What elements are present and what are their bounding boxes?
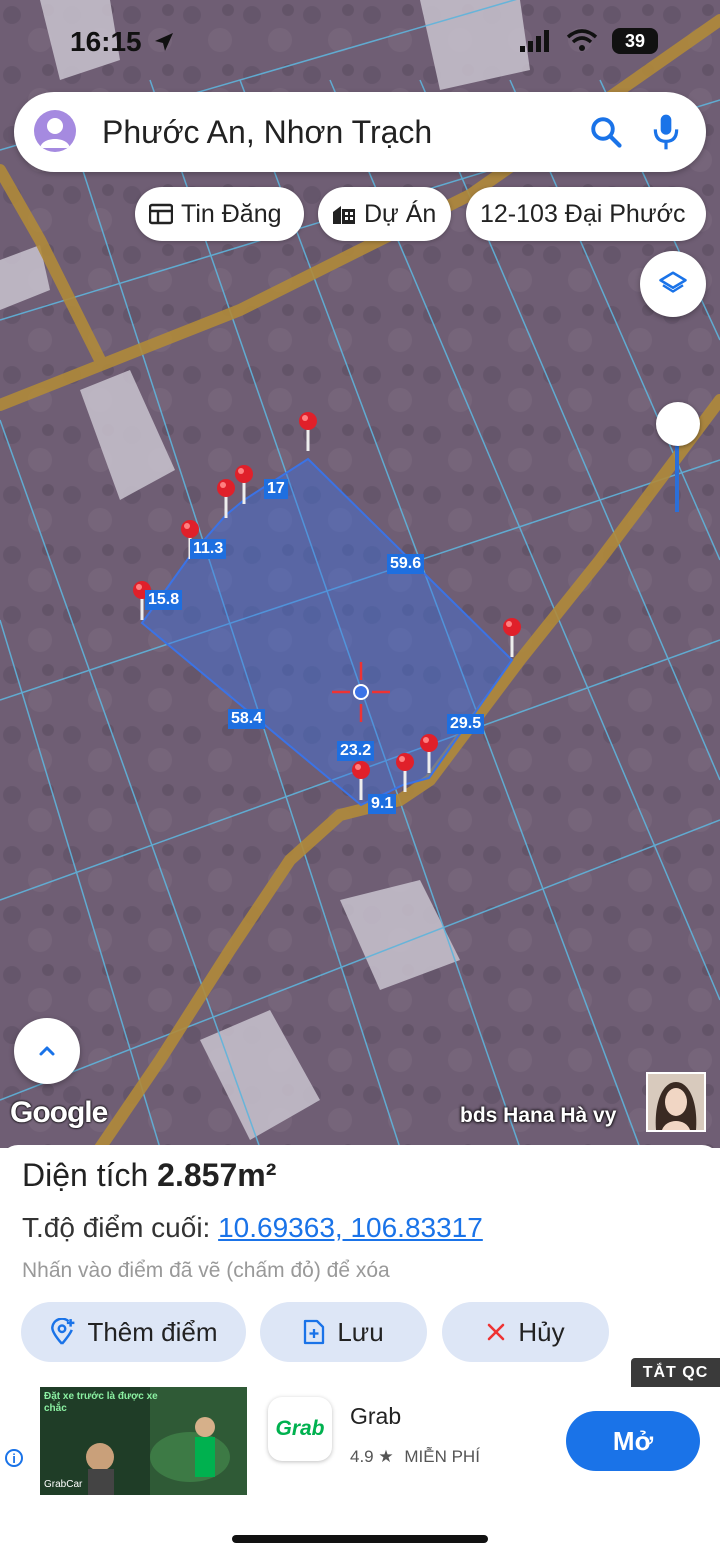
chip-label: Tin Đăng [181,199,282,228]
ad-price: MIỄN PHÍ [404,1447,480,1466]
search-input[interactable]: Phước An, Nhơn Trạch [102,114,432,151]
status-time: 16:15 [70,26,142,57]
expand-sheet-button[interactable] [14,1018,80,1084]
add-location-icon [49,1318,75,1346]
grab-logo[interactable]: Grab [268,1397,332,1461]
segment-length-label: 11.3 [190,539,227,559]
account-avatar[interactable] [34,110,76,152]
map-pin[interactable] [298,411,318,451]
area-label: Diện tích [22,1157,149,1193]
ad-image[interactable]: Đặt xe trước là được xe chắc GrabCar [40,1387,247,1495]
search-bar[interactable]: Phước An, Nhơn Trạch [14,92,706,172]
chip-label: Dự Án [364,199,437,228]
ad-rating: 4.9 ★ MIỄN PHÍ [350,1447,480,1467]
wifi-icon [566,29,598,51]
chip-parcel[interactable]: 12-103 Đại Phước [466,187,706,241]
location-arrow-icon [155,33,173,51]
add-point-button[interactable]: Thêm điểm [21,1302,246,1362]
coordinate-label: T.độ điểm cuối: [22,1212,211,1243]
ad-app-name: Grab [350,1403,402,1429]
watermark-text: bds Hana Hà vy [460,1104,617,1127]
ad-rating-value: 4.9 [350,1447,374,1466]
star-icon: ★ [378,1447,394,1466]
chevron-up-icon [39,1046,55,1056]
layers-button[interactable] [640,251,706,317]
status-bar: 16:15 39 [0,0,720,80]
segment-length-label: 58.4 [228,709,266,729]
delete-hint: Nhấn vào điểm đã vẽ (chấm đỏ) để xóa [22,1259,390,1282]
map-pin[interactable] [419,733,439,773]
cellular-signal-icon [520,30,549,52]
ad-banner-text: Đặt xe trước là được xe chắc [44,1391,158,1414]
open-app-button[interactable]: Mở [566,1411,700,1471]
chip-tin-dang[interactable]: Tin Đăng [135,187,304,241]
save-label: Lưu [337,1316,384,1347]
satellite-imagery [0,0,720,1148]
map-pin[interactable] [234,464,254,504]
add-point-label: Thêm điểm [87,1316,218,1347]
map-pin[interactable] [395,752,415,792]
layers-icon [659,271,687,293]
area-value: 2.857m² [157,1157,277,1193]
map-pin[interactable] [502,617,522,657]
add-file-icon [303,1319,325,1345]
person-icon [40,118,70,148]
segment-length-label: 9.1 [368,794,397,814]
coordinate-readout: T.độ điểm cuối: 10.69363, 106.83317 [22,1212,483,1244]
ad-banner[interactable]: i Đặt xe trước là được xe chắc GrabCar G… [0,1387,720,1499]
battery-icon: 39 [612,28,658,54]
segment-length-label: 17 [264,479,288,499]
segment-length-label: 15.8 [145,590,183,610]
battery-level: 39 [624,30,646,51]
microphone-icon[interactable] [650,112,682,152]
map-view[interactable]: 17 11.3 15.8 59.6 58.4 29.5 23.2 9.1 Goo… [0,0,720,1148]
slider-handle[interactable] [656,402,700,446]
coordinate-link[interactable]: 10.69363, 106.83317 [218,1212,483,1243]
home-indicator[interactable] [232,1535,488,1543]
hide-ads-button[interactable]: TẮT QC [631,1358,720,1388]
segment-length-label: 23.2 [337,741,375,761]
newspaper-icon [149,203,173,225]
google-logo: Google [10,1096,108,1129]
ad-banner-brand: GrabCar [44,1479,83,1490]
search-icon[interactable] [588,114,624,150]
watermark-avatar [646,1072,706,1132]
save-button[interactable]: Lưu [260,1302,427,1362]
close-icon [486,1322,506,1342]
opacity-slider[interactable] [656,402,700,517]
building-icon [332,203,356,225]
cancel-button[interactable]: Hủy [442,1302,609,1362]
segment-length-label: 29.5 [447,714,485,734]
map-pin[interactable] [216,478,236,518]
cancel-label: Hủy [518,1316,565,1347]
area-readout: Diện tích 2.857m² [22,1157,276,1194]
info-icon[interactable]: i [5,1449,23,1467]
segment-length-label: 59.6 [387,554,425,574]
chip-du-an[interactable]: Dự Án [318,187,451,241]
chip-label: 12-103 Đại Phước [480,199,686,228]
